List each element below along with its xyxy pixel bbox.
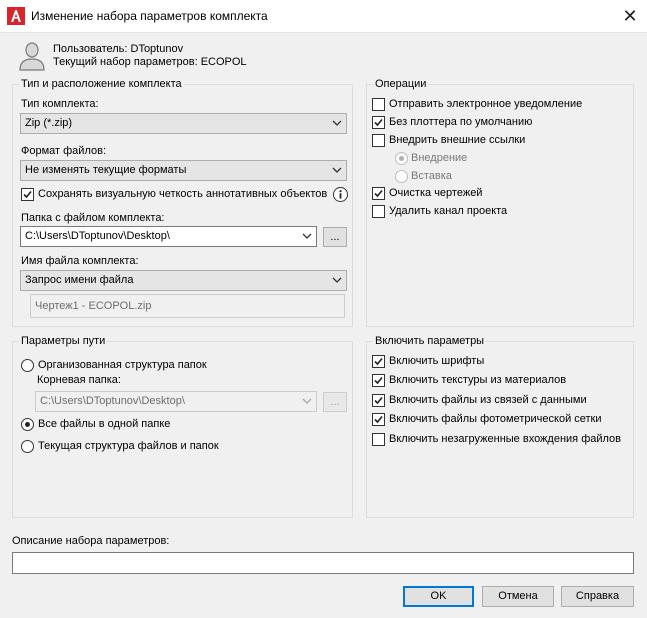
bind-radio[interactable] <box>395 152 408 165</box>
info-icon[interactable] <box>333 187 348 202</box>
package-filename-preview: Чертеж1 - ECOPOL.zip <box>30 294 345 318</box>
remove-project-feed-label: Удалить канал проекта <box>389 205 508 217</box>
file-format-select[interactable]: Не изменять текущие форматы <box>20 160 347 181</box>
insert-radio-label: Вставка <box>411 170 452 182</box>
include-unloaded-refs-checkbox[interactable] <box>372 433 385 446</box>
package-folder-input[interactable]: C:\Users\DToptunov\Desktop\ <box>20 226 317 247</box>
cancel-button[interactable]: Отмена <box>482 586 554 607</box>
checkmark-icon <box>374 189 383 198</box>
bind-radio-label: Внедрение <box>411 152 468 164</box>
organized-folders-radio[interactable] <box>21 359 34 372</box>
insert-radio[interactable] <box>395 170 408 183</box>
include-options-legend: Включить параметры <box>373 335 487 348</box>
root-folder-value: C:\Users\DToptunov\Desktop\ <box>40 395 185 407</box>
path-options-legend: Параметры пути <box>19 335 108 348</box>
keep-fidelity-label: Сохранять визуальную четкость аннотативн… <box>38 188 328 200</box>
autocad-logo-icon <box>7 7 25 25</box>
checkmark-icon <box>23 190 32 199</box>
browse-root-folder-button[interactable]: ... <box>323 392 347 412</box>
package-type-value: Zip (*.zip) <box>25 117 73 129</box>
include-textures-label: Включить текстуры из материалов <box>389 374 567 386</box>
include-fonts-checkbox[interactable] <box>372 355 385 368</box>
package-type-label: Тип комплекта: <box>21 98 99 110</box>
checkmark-icon <box>374 415 383 424</box>
package-type-legend: Тип и расположение комплекта <box>19 78 184 91</box>
package-folder-label: Папка с файлом комплекта: <box>21 212 165 224</box>
chevron-down-icon <box>302 398 312 404</box>
include-data-links-checkbox[interactable] <box>372 394 385 407</box>
checkmark-icon <box>374 376 383 385</box>
package-filename-label: Имя файла комплекта: <box>21 255 139 267</box>
file-format-label: Формат файлов: <box>21 145 107 157</box>
current-settings-set: Текущий набор параметров: ECOPOL <box>53 56 247 68</box>
send-email-label: Отправить электронное уведомление <box>389 98 583 110</box>
chevron-down-icon <box>332 120 342 126</box>
include-photometric-label: Включить файлы фотометрической сетки <box>389 413 602 425</box>
no-default-plotter-checkbox[interactable] <box>372 116 385 129</box>
chevron-down-icon <box>302 233 312 239</box>
file-format-value: Не изменять текущие форматы <box>25 164 187 176</box>
checkmark-icon <box>374 118 383 127</box>
description-input[interactable] <box>12 552 634 574</box>
single-folder-radio[interactable] <box>21 418 34 431</box>
keep-structure-label: Текущая структура файлов и папок <box>38 440 219 452</box>
root-folder-label: Корневая папка: <box>37 374 121 386</box>
operations-legend: Операции <box>373 78 429 91</box>
package-folder-value: C:\Users\DToptunov\Desktop\ <box>25 230 170 242</box>
package-filename-select[interactable]: Запрос имени файла <box>20 270 347 291</box>
no-default-plotter-label: Без плоттера по умолчанию <box>389 116 533 128</box>
bind-xrefs-label: Внедрить внешние ссылки <box>389 134 526 146</box>
chevron-down-icon <box>332 277 342 283</box>
package-filename-value: Запрос имени файла <box>25 274 134 286</box>
description-label: Описание набора параметров: <box>12 535 170 547</box>
window-title: Изменение набора параметров комплекта <box>31 9 268 23</box>
help-button[interactable]: Справка <box>561 586 634 607</box>
bind-xrefs-checkbox[interactable] <box>372 134 385 147</box>
include-data-links-label: Включить файлы из связей с данными <box>389 394 587 406</box>
include-fonts-label: Включить шрифты <box>389 355 485 367</box>
root-folder-input[interactable]: C:\Users\DToptunov\Desktop\ <box>35 391 317 412</box>
checkmark-icon <box>374 396 383 405</box>
browse-folder-button[interactable]: ... <box>323 227 347 247</box>
single-folder-label: Все файлы в одной папке <box>38 418 171 430</box>
keep-structure-radio[interactable] <box>21 440 34 453</box>
include-photometric-checkbox[interactable] <box>372 413 385 426</box>
purge-drawings-checkbox[interactable] <box>372 187 385 200</box>
ok-button[interactable]: OK <box>403 586 474 607</box>
checkmark-icon <box>374 357 383 366</box>
send-email-checkbox[interactable] <box>372 98 385 111</box>
organized-folders-label: Организованная структура папок <box>38 359 207 371</box>
close-icon[interactable]: ✕ <box>617 3 643 29</box>
user-icon <box>19 42 45 71</box>
keep-fidelity-checkbox[interactable] <box>21 188 34 201</box>
chevron-down-icon <box>332 167 342 173</box>
include-textures-checkbox[interactable] <box>372 374 385 387</box>
remove-project-feed-checkbox[interactable] <box>372 205 385 218</box>
include-unloaded-refs-label: Включить незагруженные вхождения файлов <box>389 433 622 445</box>
package-type-select[interactable]: Zip (*.zip) <box>20 113 347 134</box>
purge-drawings-label: Очистка чертежей <box>389 187 483 199</box>
current-user: Пользователь: DToptunov <box>53 43 184 55</box>
